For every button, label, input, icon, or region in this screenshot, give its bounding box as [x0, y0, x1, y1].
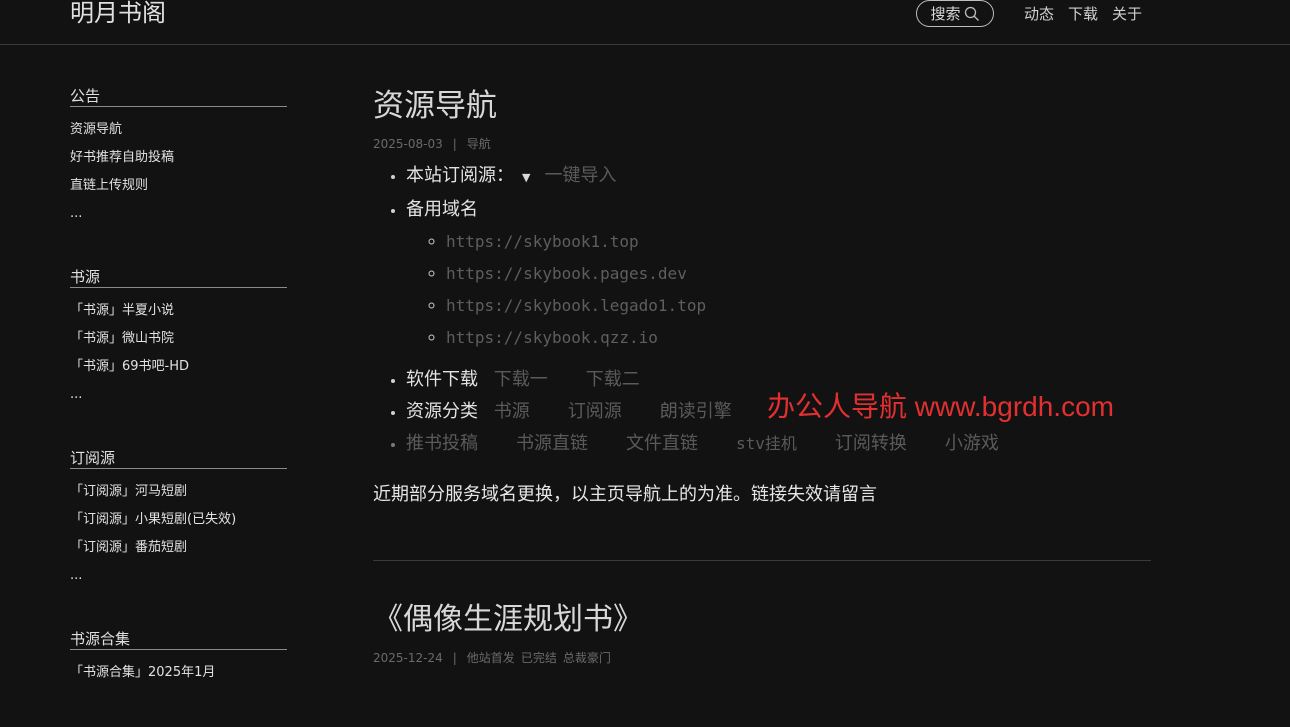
- sidebar-item[interactable]: 好书推荐自助投稿: [70, 144, 287, 172]
- meta-separator: |: [452, 651, 457, 665]
- download-label: 软件下载: [406, 369, 478, 390]
- post-divider: [373, 560, 1151, 561]
- category-label: 资源分类: [406, 401, 478, 422]
- category-link[interactable]: 书源: [494, 401, 530, 422]
- post-tag[interactable]: 总裁豪门: [563, 651, 611, 665]
- import-link[interactable]: 一键导入: [544, 165, 616, 186]
- top-header: 明月书阁 搜索 动态 下载 关于: [0, 0, 1290, 45]
- post-date: 2025-12-24: [373, 651, 443, 665]
- extra-link[interactable]: 文件直链: [626, 433, 698, 454]
- extra-link[interactable]: 订阅转换: [835, 433, 907, 454]
- nav-activity[interactable]: 动态: [1024, 3, 1054, 24]
- post-meta: 2025-08-03 | 导航: [373, 136, 1151, 152]
- sidebar-section-subscriptions: 订阅源 「订阅源」河马短剧 「订阅源」小果短剧(已失效) 「订阅源」番茄短剧 .…: [70, 449, 287, 590]
- extra-link[interactable]: 书源直链: [516, 433, 588, 454]
- post-title[interactable]: 《偶像生涯规划书》: [373, 600, 1151, 640]
- download-link-2[interactable]: 下载二: [586, 369, 640, 390]
- sidebar-section-announcements: 公告 资源导航 好书推荐自助投稿 直链上传规则 ...: [70, 87, 287, 228]
- search-icon: [964, 6, 979, 21]
- post-meta: 2025-12-24 | 他站首发 已完结 总裁豪门: [373, 650, 1151, 666]
- post-tag[interactable]: 已完结: [521, 651, 557, 665]
- meta-separator: |: [452, 137, 457, 151]
- sidebar: 公告 资源导航 好书推荐自助投稿 直链上传规则 ... 书源 「书源」半夏小说 …: [70, 87, 287, 727]
- sidebar-item[interactable]: 资源导航: [70, 116, 287, 144]
- top-nav: 动态 下载 关于: [1024, 3, 1142, 24]
- search-button[interactable]: 搜索: [916, 0, 994, 27]
- domain-link[interactable]: https://skybook.legado1.top: [446, 296, 706, 315]
- list-item-domains: 备用域名 https://skybook1.top https://skyboo…: [406, 194, 1151, 354]
- sidebar-item[interactable]: 「书源」半夏小说: [70, 297, 287, 325]
- sidebar-more-link[interactable]: ...: [70, 562, 287, 590]
- sidebar-more-link[interactable]: ...: [70, 381, 287, 409]
- category-link[interactable]: 朗读引擎: [660, 401, 732, 422]
- post-notice: 近期部分服务域名更换，以主页导航上的为准。链接失效请留言: [373, 484, 877, 505]
- sidebar-section-collections: 书源合集 「书源合集」2025年1月: [70, 630, 287, 687]
- sidebar-item[interactable]: 「书源」微山书院: [70, 325, 287, 353]
- sidebar-item[interactable]: 直链上传规则: [70, 172, 287, 200]
- sidebar-item[interactable]: 「订阅源」小果短剧(已失效): [70, 506, 287, 534]
- domain-link[interactable]: https://skybook.pages.dev: [446, 264, 687, 283]
- sidebar-heading: 书源合集: [70, 630, 287, 650]
- sidebar-heading: 书源: [70, 268, 287, 288]
- domain-link[interactable]: https://skybook.qzz.io: [446, 328, 658, 347]
- post-title-link[interactable]: 资源导航: [373, 88, 497, 124]
- sidebar-more-link[interactable]: ...: [70, 200, 287, 228]
- domain-item: https://skybook.legado1.top: [446, 290, 1151, 322]
- domain-item: https://skybook1.top: [446, 226, 1151, 258]
- sidebar-section-booksources: 书源 「书源」半夏小说 「书源」微山书院 「书源」69书吧-HD ...: [70, 268, 287, 409]
- extra-link[interactable]: 小游戏: [945, 433, 999, 454]
- post-title-link[interactable]: 《偶像生涯规划书》: [373, 602, 643, 637]
- sidebar-item[interactable]: 「订阅源」番茄短剧: [70, 534, 287, 562]
- extra-link[interactable]: 推书投稿: [406, 433, 478, 454]
- sidebar-item[interactable]: 「书源合集」2025年1月: [70, 659, 287, 687]
- watermark-text: 办公人导航 www.bgrdh.com: [767, 391, 1114, 422]
- search-label: 搜索: [930, 5, 961, 23]
- nav-about[interactable]: 关于: [1112, 3, 1142, 24]
- list-item-extras: 推书投稿 书源直链 文件直链 stv挂机 订阅转换 小游戏: [406, 428, 1151, 460]
- sidebar-item[interactable]: 「订阅源」河马短剧: [70, 478, 287, 506]
- main-content: 资源导航 2025-08-03 | 导航 本站订阅源： ▼ 一键导入 备用域名 http…: [373, 86, 1151, 666]
- list-item-subscribe: 本站订阅源： ▼ 一键导入: [406, 160, 1151, 194]
- download-link-1[interactable]: 下载一: [494, 369, 548, 390]
- post-category[interactable]: 导航: [467, 137, 491, 151]
- post-resource-nav: 资源导航 2025-08-03 | 导航 本站订阅源： ▼ 一键导入 备用域名 http…: [373, 86, 1151, 510]
- domains-label: 备用域名: [406, 199, 478, 220]
- sidebar-item[interactable]: 「书源」69书吧-HD: [70, 353, 287, 381]
- sidebar-heading: 公告: [70, 87, 287, 107]
- nav-download[interactable]: 下载: [1068, 3, 1098, 24]
- domain-item: https://skybook.pages.dev: [446, 258, 1151, 290]
- post-title[interactable]: 资源导航: [373, 86, 1151, 126]
- subscribe-label: 本站订阅源：: [406, 165, 514, 186]
- post-tag[interactable]: 他站首发: [467, 651, 515, 665]
- domain-item: https://skybook.qzz.io: [446, 322, 1151, 354]
- sidebar-heading: 订阅源: [70, 449, 287, 469]
- post-idol-career: 《偶像生涯规划书》 2025-12-24 | 他站首发 已完结 总裁豪门: [373, 600, 1151, 666]
- domain-link[interactable]: https://skybook1.top: [446, 232, 639, 251]
- category-link[interactable]: 订阅源: [568, 401, 622, 422]
- domain-list: https://skybook1.top https://skybook.pag…: [406, 226, 1151, 354]
- dropdown-icon[interactable]: ▼: [522, 171, 530, 184]
- post-date: 2025-08-03: [373, 137, 443, 151]
- site-title[interactable]: 明月书阁: [70, 0, 166, 28]
- extra-link[interactable]: stv挂机: [736, 434, 797, 453]
